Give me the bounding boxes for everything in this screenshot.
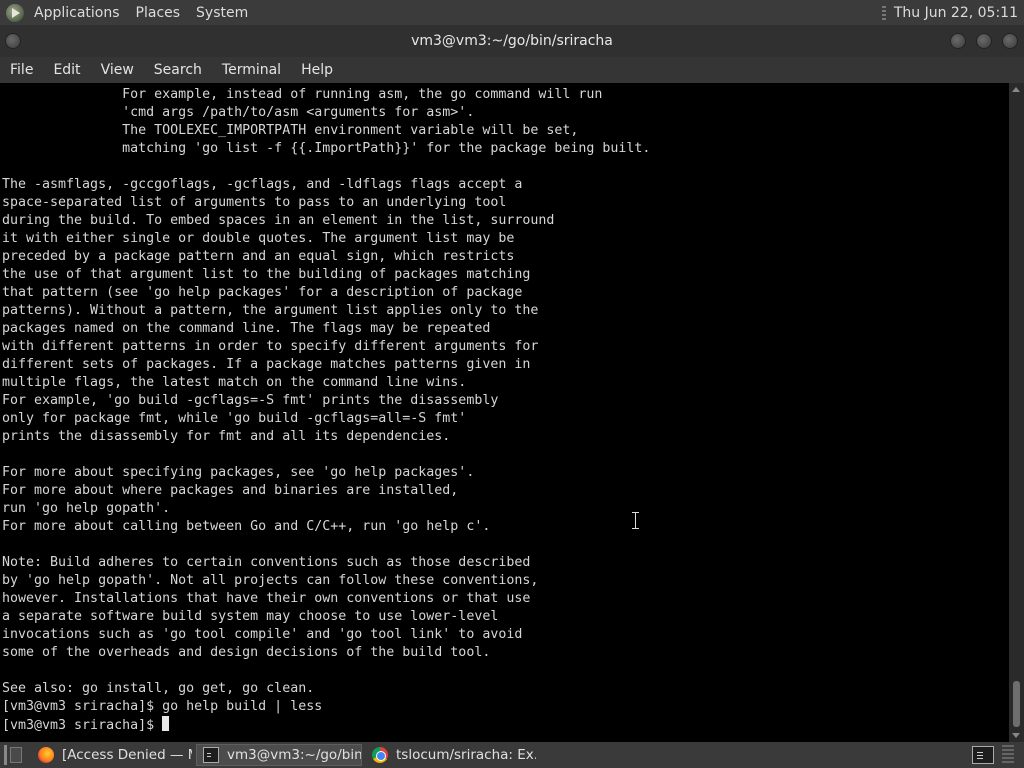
applications-menu[interactable]: Applications <box>34 5 120 21</box>
terminal-icon <box>203 747 219 763</box>
terminal-menubar: File Edit View Search Terminal Help <box>0 57 1024 83</box>
show-desktop-button[interactable] <box>4 745 26 765</box>
terminal-line: during the build. To embed spaces in an … <box>2 213 555 228</box>
terminal-line: See also: go install, go get, go clean. <box>2 681 315 696</box>
terminal-line: The TOOLEXEC_IMPORTPATH environment vari… <box>2 123 579 138</box>
task-label: vm3@vm3:~/go/bin... <box>227 747 362 763</box>
terminal-line: space-separated list of arguments to pas… <box>2 195 507 210</box>
places-menu[interactable]: Places <box>136 5 181 21</box>
menu-help[interactable]: Help <box>301 62 333 78</box>
tray-terminal-icon[interactable] <box>972 746 994 764</box>
menu-edit[interactable]: Edit <box>53 62 80 78</box>
terminal-line: packages named on the command line. The … <box>2 321 491 336</box>
minimize-button[interactable] <box>950 33 966 49</box>
terminal-line: For more about specifying packages, see … <box>2 465 475 480</box>
terminal-line: For example, instead of running asm, the… <box>2 87 603 102</box>
task-firefox[interactable]: [Access Denied — M... <box>32 744 192 766</box>
distro-logo-icon[interactable] <box>6 3 24 22</box>
terminal-line: multiple flags, the latest match on the … <box>2 375 467 390</box>
terminal-line: For more about calling between Go and C/… <box>2 519 491 534</box>
terminal-line: For more about where packages and binari… <box>2 483 459 498</box>
terminal-line: that pattern (see 'go help packages' for… <box>2 285 523 300</box>
terminal-scrollbar[interactable] <box>1009 83 1024 742</box>
terminal-line: however. Installations that have their o… <box>2 591 531 606</box>
terminal-line: some of the overheads and design decisio… <box>2 645 491 660</box>
terminal-line: a separate software build system may cho… <box>2 609 499 624</box>
chrome-icon <box>372 747 388 763</box>
task-terminal[interactable]: vm3@vm3:~/go/bin... <box>196 744 362 766</box>
terminal-line: 'cmd args /path/to/asm <arguments for as… <box>2 105 475 120</box>
terminal-line: it with either single or double quotes. … <box>2 231 515 246</box>
task-label: [Access Denied — M... <box>62 747 192 763</box>
taskbar: [Access Denied — M... vm3@vm3:~/go/bin..… <box>0 742 1024 768</box>
clock[interactable]: Thu Jun 22, 05:11 <box>894 5 1018 21</box>
task-chrome[interactable]: tslocum/sriracha: Ex... <box>366 744 536 766</box>
terminal-screen[interactable]: For example, instead of running asm, the… <box>0 83 1009 742</box>
terminal-line: For example, 'go build -gcflags=-S fmt' … <box>2 393 499 408</box>
taskbar-handle-icon[interactable] <box>1002 745 1014 765</box>
menu-file[interactable]: File <box>10 62 33 78</box>
terminal-line: by 'go help gopath'. Not all projects ca… <box>2 573 539 588</box>
terminal-output: For example, instead of running asm, the… <box>2 86 650 735</box>
window-menu-button[interactable] <box>5 33 21 49</box>
terminal-line: patterns). Without a pattern, the argume… <box>2 303 539 318</box>
panel-handle-icon[interactable] <box>881 5 886 20</box>
terminal-line: matching 'go list -f {{.ImportPath}}' fo… <box>2 141 651 156</box>
shell-prompt: [vm3@vm3 sriracha]$ <box>2 718 163 733</box>
menu-search[interactable]: Search <box>154 62 202 78</box>
terminal-line: invocations such as 'go tool compile' an… <box>2 627 523 642</box>
terminal-prompt-line: [vm3@vm3 sriracha]$ <box>2 716 650 735</box>
terminal-line: only for package fmt, while 'go build -g… <box>2 411 467 426</box>
terminal-line: the use of that argument list to the bui… <box>2 267 531 282</box>
scroll-down-icon[interactable] <box>1012 733 1020 738</box>
terminal-line: with different patterns in order to spec… <box>2 339 539 354</box>
window-titlebar[interactable]: vm3@vm3:~/go/bin/sriracha <box>0 25 1024 57</box>
window-title: vm3@vm3:~/go/bin/sriracha <box>411 33 613 49</box>
terminal-line: preceded by a package pattern and an equ… <box>2 249 515 264</box>
menu-view[interactable]: View <box>101 62 134 78</box>
menu-terminal[interactable]: Terminal <box>222 62 281 78</box>
task-label: tslocum/sriracha: Ex... <box>396 747 536 763</box>
terminal-line: run 'go help gopath'. <box>2 501 171 516</box>
maximize-button[interactable] <box>976 33 992 49</box>
terminal-line: [vm3@vm3 sriracha]$ go help build | less <box>2 699 323 714</box>
top-panel: Applications Places System Thu Jun 22, 0… <box>0 0 1024 25</box>
terminal-line: The -asmflags, -gccgoflags, -gcflags, an… <box>2 177 523 192</box>
close-button[interactable] <box>1002 33 1018 49</box>
text-cursor-icon <box>631 512 640 529</box>
terminal-line: different sets of packages. If a package… <box>2 357 531 372</box>
terminal-cursor <box>162 716 170 731</box>
terminal-line: Note: Build adheres to certain conventio… <box>2 555 531 570</box>
firefox-icon <box>38 747 54 763</box>
terminal-line: prints the disassembly for fmt and all i… <box>2 429 451 444</box>
scrollbar-thumb[interactable] <box>1013 681 1020 727</box>
scroll-up-icon[interactable] <box>1012 87 1020 92</box>
system-menu[interactable]: System <box>196 5 248 21</box>
